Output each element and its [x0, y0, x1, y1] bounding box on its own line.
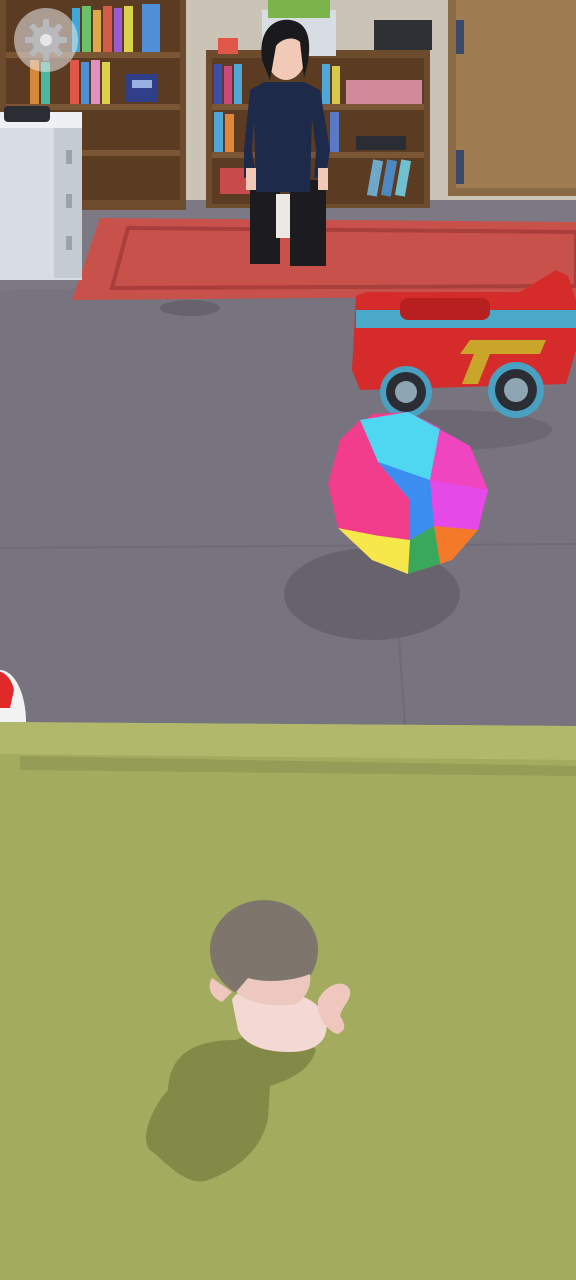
door	[448, 0, 576, 196]
game-scene[interactable]	[0, 0, 576, 1280]
gear-icon	[22, 16, 70, 64]
dresser	[0, 106, 82, 280]
scene-canvas	[0, 0, 576, 1280]
settings-button[interactable]	[14, 8, 78, 72]
